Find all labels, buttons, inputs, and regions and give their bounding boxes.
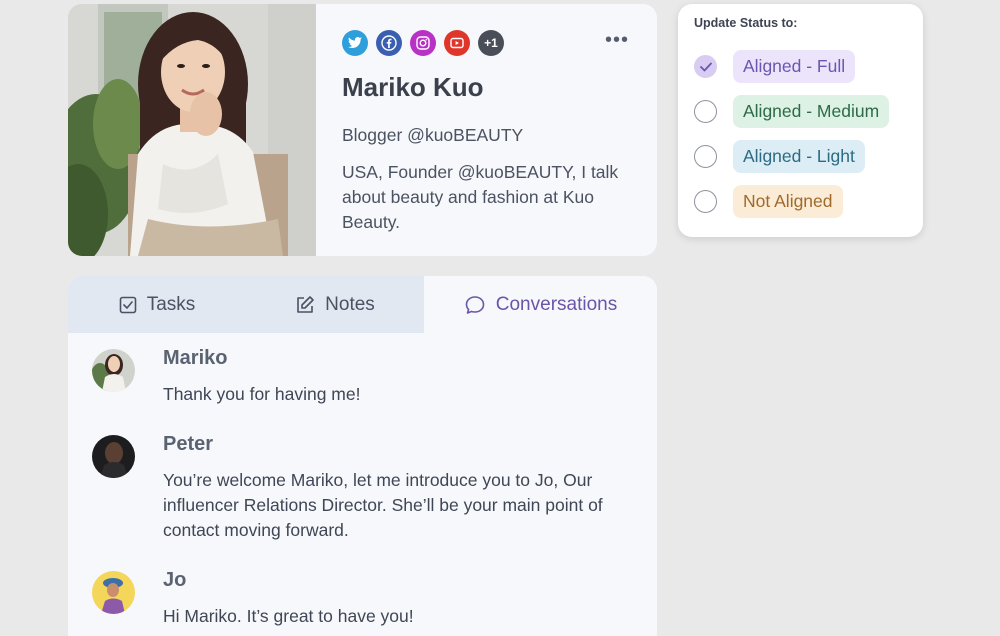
message-author: Mariko (163, 347, 228, 369)
message-text: Thank you for having me! (163, 384, 361, 404)
avatar[interactable] (92, 571, 135, 614)
tab-conversations[interactable]: Conversations (424, 276, 657, 333)
edit-icon (295, 295, 315, 315)
youtube-icon[interactable] (444, 30, 470, 56)
message-author: Peter (163, 433, 214, 455)
radio-unchecked-icon[interactable] (694, 190, 717, 213)
status-label[interactable]: Aligned - Light (733, 140, 865, 173)
message-body: Mariko Thank you for having me! (163, 347, 633, 433)
facebook-icon[interactable] (376, 30, 402, 56)
message-item: Peter You’re welcome Mariko, let me intr… (92, 433, 657, 569)
status-option-aligned-medium[interactable]: Aligned - Medium (694, 89, 907, 134)
status-options: Aligned - Full Aligned - Medium Aligned … (694, 44, 907, 224)
message-body: Peter You’re welcome Mariko, let me intr… (163, 433, 633, 569)
message-body: Jo Hi Mariko. It’s great to have you! (163, 569, 633, 629)
message-text: You’re welcome Mariko, let me introduce … (163, 470, 603, 540)
profile-card: +1 ••• Mariko Kuo Blogger @kuoBEAUTY USA… (68, 4, 657, 256)
profile-bio: USA, Founder @kuoBEAUTY, I talk about be… (342, 162, 619, 232)
status-option-aligned-full[interactable]: Aligned - Full (694, 44, 907, 89)
more-social-count[interactable]: +1 (478, 30, 504, 56)
tab-label: Tasks (146, 293, 196, 315)
status-option-not-aligned[interactable]: Not Aligned (694, 179, 907, 224)
profile-name: Mariko Kuo (342, 72, 484, 102)
tab-notes[interactable]: Notes (246, 276, 424, 333)
status-panel: Update Status to: Aligned - Full Aligned… (678, 4, 923, 237)
message-text: Hi Mariko. It’s great to have you! (163, 606, 414, 626)
status-label[interactable]: Not Aligned (733, 185, 843, 218)
twitter-icon[interactable] (342, 30, 368, 56)
status-title: Update Status to: (694, 16, 798, 30)
chat-bubble-icon (464, 294, 486, 316)
profile-info: +1 ••• Mariko Kuo Blogger @kuoBEAUTY USA… (316, 4, 657, 256)
instagram-icon[interactable] (410, 30, 436, 56)
avatar[interactable] (92, 349, 135, 392)
conversation-card: Tasks Notes Conversations Mariko Thank y… (68, 276, 657, 636)
tab-label: Notes (325, 293, 375, 315)
profile-handle: Blogger @kuoBEAUTY (342, 125, 524, 145)
message-item: Jo Hi Mariko. It’s great to have you! (92, 569, 657, 629)
message-list: Mariko Thank you for having me! Peter Yo… (68, 333, 657, 629)
more-options-icon[interactable]: ••• (605, 30, 629, 50)
tab-label: Conversations (495, 293, 618, 315)
profile-photo (68, 4, 316, 256)
status-option-aligned-light[interactable]: Aligned - Light (694, 134, 907, 179)
status-label[interactable]: Aligned - Full (733, 50, 856, 83)
avatar[interactable] (92, 435, 135, 478)
radio-checked-icon[interactable] (694, 55, 717, 78)
message-item: Mariko Thank you for having me! (92, 347, 657, 433)
radio-unchecked-icon[interactable] (694, 100, 717, 123)
checkbox-icon (119, 296, 137, 314)
tab-bar: Tasks Notes Conversations (68, 276, 657, 333)
tab-tasks[interactable]: Tasks (68, 276, 246, 333)
status-label[interactable]: Aligned - Medium (733, 95, 890, 128)
radio-unchecked-icon[interactable] (694, 145, 717, 168)
message-author: Jo (163, 569, 187, 591)
